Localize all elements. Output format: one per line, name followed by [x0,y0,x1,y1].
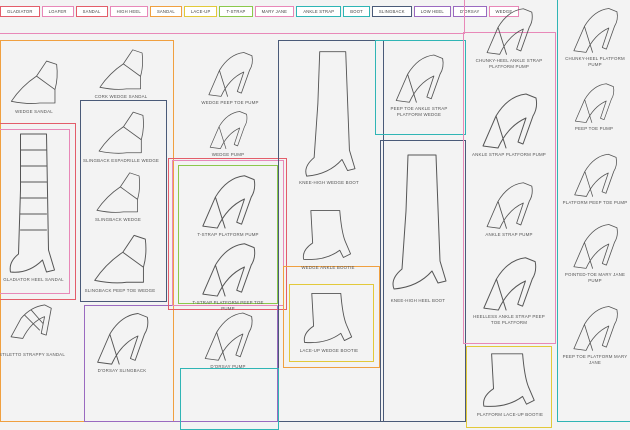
slingback-wedge-icon [96,172,140,213]
wedge-sandal-label: Wedge Sandal [15,109,53,114]
slingback-espadrille-wedge-label: Slingback Espadrille Wedge [82,158,160,163]
wedge-ankle-bootie-label: Wedge Ankle Bootie [301,265,355,270]
peep-toe-platform-mary-jane-label: Peep Toe Platform Mary Jane [562,354,628,365]
peep-toe-ankle-strap-platform-wedge-icon [395,54,444,103]
gladiator-heel-sandal-label: Gladiator Heel Sandal [3,277,64,282]
wedge-pump-icon [209,111,248,149]
chunky-heel-platform-pump-label: Chunky-Heel Platform Pump [565,56,625,67]
wedge-peep-toe-pump-label: Wedge Peep Toe Pump [201,100,259,105]
ankle-strap-pump-label: Ankle Strap Pump [485,232,533,237]
chunky-heel-ankle-strap-platform-pump-label: Chunky-Heel Ankle Strap Platform Pump [475,58,543,69]
cork-wedge-sandal-label: Cork Wedge Sandal [94,94,148,99]
t-strap-platform-peep-toe-pump-icon [202,243,256,297]
legend-chip: Slingback [371,5,412,17]
stiletto-strappy-sandal-label: Stiletto Strappy Sandal [0,352,65,357]
slingback-peep-toe-wedge-icon [94,234,147,284]
heelless-ankle-strap-peep-toe-platform-icon [483,257,537,311]
legend-chip: Ankle Strap [296,5,342,17]
lace-up-wedge-bootie-label: Lace-Up Wedge Bootie [299,348,359,353]
legend-chip: High Heel [109,5,148,17]
legend-chip: Loafer [41,5,74,17]
knee-high-heel-boot-icon [392,154,447,290]
group-frame-teal-bottom [180,368,279,430]
wedge-pump-label: Wedge Pump [211,152,245,157]
wedge-sandal-icon [10,60,58,104]
knee-high-heel-boot-label: Knee-High Heel Boot [390,298,446,303]
knee-high-wedge-boot-label: Knee-High Wedge Boot [299,180,359,185]
ankle-strap-pump-icon [486,182,533,229]
platform-lace-up-bootie-icon [483,353,535,407]
pointed-toe-mary-jane-pump-label: Pointed-Toe Mary Jane Pump [564,272,626,283]
slingback-espadrille-wedge-icon [98,111,144,154]
peep-toe-platform-mary-jane-icon [573,306,618,351]
legend-chip: Mary Jane [254,5,295,17]
dorsay-slingback-icon [97,313,149,365]
chunky-heel-ankle-strap-platform-pump-icon [486,8,533,55]
platform-lace-up-bootie-label: Platform Lace-Up Bootie [476,412,544,417]
peep-toe-pump-label: Peep Toe Pump [574,126,614,131]
legend-chip: Gladiator [0,5,40,17]
wedge-peep-toe-pump-icon [208,52,253,97]
category-legend: Gladiator Loafer Sandal High Heel Sandal Lace… [0,3,521,19]
stiletto-strappy-sandal-icon [10,304,52,339]
chunky-heel-platform-pump-icon [573,8,618,53]
wedge-ankle-bootie-icon [302,210,352,260]
ankle-strap-platform-pump-label: Ankle Strap Platform Pump [472,152,546,157]
peep-toe-pump-icon [574,83,615,123]
t-strap-platform-pump-icon [202,175,256,229]
legend-chip: T-Strap [219,5,253,17]
dorsay-pump-label: D'orsay Pump [210,364,246,369]
cork-wedge-sandal-icon [99,49,143,90]
legend-chip: Low Heel [413,5,451,17]
slingback-peep-toe-wedge-label: Slingback Peep Toe Wedge [84,288,156,293]
dorsay-slingback-label: D'orsay Slingback [97,368,147,373]
platform-peep-toe-pump-label: Platform Peep Toe Pump [562,200,628,205]
ankle-strap-platform-pump-icon [482,93,538,149]
legend-chip: Sandal [75,5,108,17]
platform-peep-toe-pump-icon [574,153,617,197]
knee-high-wedge-boot-icon [305,51,356,177]
dorsay-pump-icon [204,312,253,361]
peep-toe-ankle-strap-platform-wedge-label: Peep Toe Ankle Strap Platform Wedge [390,106,448,117]
heelless-ankle-strap-peep-toe-platform-label: Heelless Ankle Strap Peep Toe Platform [473,314,545,325]
legend-chip: Lace-Up [183,5,218,17]
gladiator-heel-sandal-icon [9,133,55,273]
slingback-wedge-label: Slingback Wedge [95,217,141,222]
lace-up-wedge-bootie-icon [303,292,353,344]
legend-chip: Boot [343,5,370,17]
pointed-toe-mary-jane-pump-icon [573,224,618,269]
legend-chip: Sandal [149,5,182,17]
